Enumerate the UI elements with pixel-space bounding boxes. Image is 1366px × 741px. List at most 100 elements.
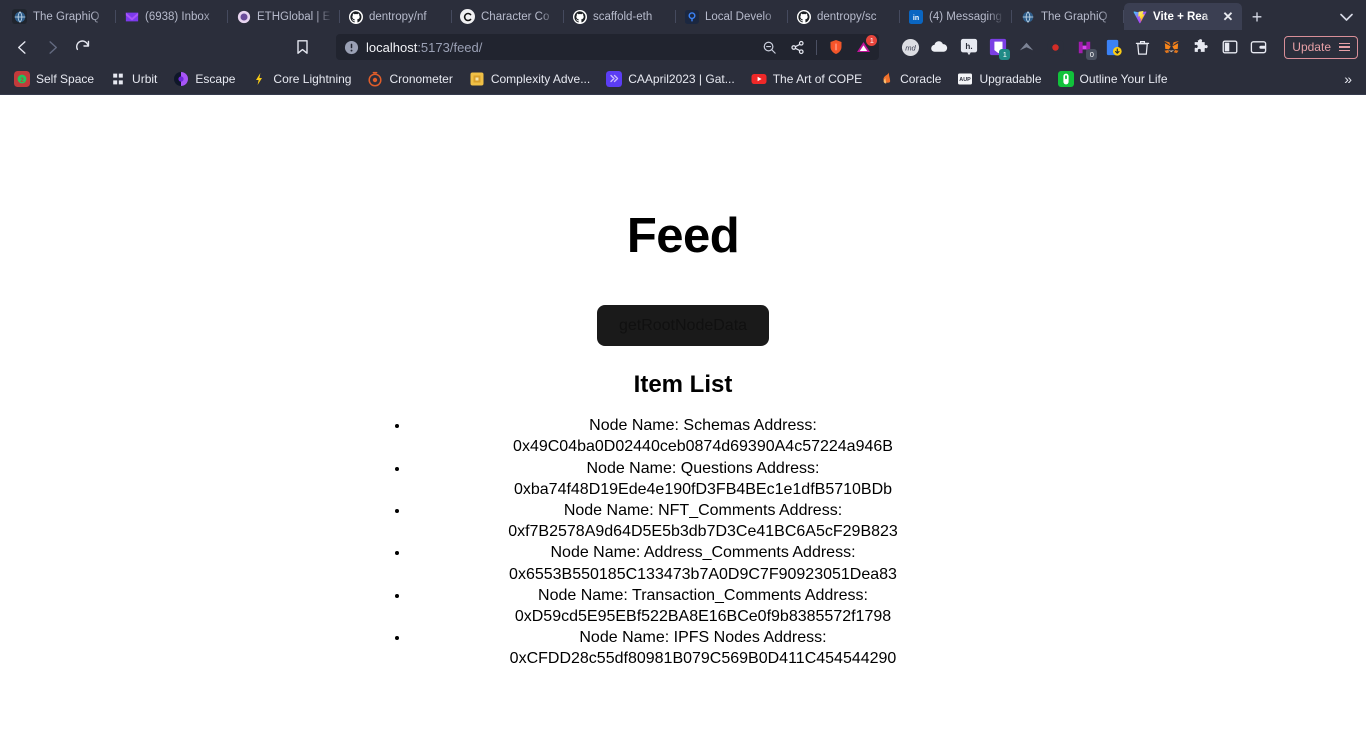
tab-title: (6938) Inbox <box>145 10 210 23</box>
browser-tab[interactable]: The GraphiQ <box>1012 3 1124 30</box>
bookmark-item[interactable]: Cronometer <box>359 68 460 90</box>
page-viewport: Feed getRootNodeData Item List Node Name… <box>0 95 1366 741</box>
browser-tab[interactable]: Character Co <box>452 3 564 30</box>
tab-title: Local Develo <box>705 10 772 23</box>
item-list-heading: Item List <box>633 371 733 399</box>
puzzle-extensions-icon[interactable] <box>1191 38 1210 57</box>
list-item: Node Name: Transaction_Comments Address:… <box>410 585 997 627</box>
bookmark-label: Urbit <box>132 72 158 86</box>
lastpass-icon[interactable] <box>1046 38 1065 57</box>
bookmark-label: CAApril2023 | Gat... <box>628 72 735 86</box>
download-extension-icon[interactable] <box>1104 38 1123 57</box>
tab-title: (4) Messaging <box>929 10 1002 23</box>
browser-tab[interactable]: (6938) Inbox <box>116 3 228 30</box>
urbit-icon <box>110 71 126 87</box>
arrow-extension-icon[interactable]: 1 <box>854 34 878 57</box>
hypothesis-icon[interactable]: h. <box>959 38 978 57</box>
tab-title: dentropy/sc <box>817 10 877 23</box>
bookmark-item[interactable]: Complexity Adve... <box>461 68 598 90</box>
tab-strip: The GraphiQ (6938) Inbox ETHGlobal | E d… <box>0 0 1366 30</box>
browser-tab[interactable]: in (4) Messaging <box>900 3 1012 30</box>
browser-tab-active[interactable]: Vite + Rea ✕ <box>1124 3 1242 30</box>
bookmarks-overflow-icon[interactable]: » <box>1336 71 1360 87</box>
navigation-toolbar: localhost:5173/feed/ 1 md h. 1 0 Update <box>0 30 1366 64</box>
pocket-icon[interactable]: 1 <box>988 38 1011 60</box>
zoom-out-icon[interactable] <box>760 38 779 57</box>
bookmark-label: Complexity Adve... <box>490 72 591 86</box>
browser-chrome: The GraphiQ (6938) Inbox ETHGlobal | E d… <box>0 0 1366 95</box>
vite-icon <box>1132 9 1147 24</box>
github-icon <box>572 9 587 24</box>
bookmark-item[interactable]: The Art of COPE <box>743 68 870 90</box>
tab-title: ETHGlobal | E <box>257 10 331 23</box>
bookmark-item[interactable]: 2 Self Space <box>6 68 102 90</box>
browser-tab[interactable]: The GraphiQ <box>4 3 116 30</box>
url-path: :5173/feed/ <box>417 39 483 55</box>
bookmark-item[interactable]: Escape <box>165 68 243 90</box>
list-item: Node Name: Questions Address: 0xba74f48D… <box>410 458 997 500</box>
svg-text:h.: h. <box>965 42 972 51</box>
core-lightning-icon <box>251 71 268 87</box>
globe-icon <box>1020 9 1035 24</box>
bookmark-item[interactable]: Urbit <box>102 68 165 90</box>
browser-tab[interactable]: dentropy/sc <box>788 3 900 30</box>
url-bar[interactable]: localhost:5173/feed/ 1 <box>336 34 880 60</box>
bookmark-label: Upgradable <box>979 72 1042 86</box>
metamask-icon[interactable] <box>1162 38 1181 57</box>
not-secure-icon[interactable] <box>344 40 359 55</box>
cloud-icon[interactable] <box>930 38 949 57</box>
bookmark-label: Coracle <box>900 72 942 86</box>
complexity-icon <box>469 71 485 87</box>
tab-title: dentropy/nf <box>369 10 427 23</box>
svg-text:in: in <box>912 15 918 22</box>
tab-title: scaffold-eth <box>593 10 653 23</box>
sidebar-toggle-icon[interactable] <box>1220 38 1239 57</box>
bookmark-icon[interactable] <box>288 34 316 60</box>
bookmark-item[interactable]: Coracle <box>870 68 949 90</box>
purple-extension-icon[interactable]: 0 <box>1075 38 1098 60</box>
github-icon <box>348 9 363 24</box>
bookmark-label: Outline Your Life <box>1079 72 1168 86</box>
character-icon <box>460 9 475 24</box>
bookmark-item[interactable]: Outline Your Life <box>1050 68 1176 90</box>
wallet-icon[interactable] <box>1249 38 1268 57</box>
linkedin-icon: in <box>908 9 923 24</box>
globe-icon <box>12 9 27 24</box>
bookmark-item[interactable]: CAApril2023 | Gat... <box>598 68 743 90</box>
share-icon[interactable] <box>788 38 807 57</box>
browser-tab[interactable]: Local Develo <box>676 3 788 30</box>
ethglobal-icon <box>236 9 251 24</box>
tab-title: The GraphiQ <box>1041 10 1108 23</box>
markdownload-icon[interactable]: md <box>901 38 920 57</box>
trash-icon[interactable] <box>1133 38 1152 57</box>
bookmark-item[interactable]: AUP Upgradable <box>949 68 1049 90</box>
escape-icon <box>173 71 189 87</box>
browser-window: The GraphiQ (6938) Inbox ETHGlobal | E d… <box>0 0 1366 741</box>
item-list: Node Name: Schemas Address: 0x49C04ba0D0… <box>370 415 997 669</box>
reload-icon[interactable] <box>68 34 96 60</box>
browser-tab[interactable]: scaffold-eth <box>564 3 676 30</box>
tab-search-chevron-down-icon[interactable] <box>1326 3 1366 30</box>
brave-shield-icon[interactable] <box>826 38 845 57</box>
url-text[interactable]: localhost:5173/feed/ <box>366 40 753 55</box>
gather-icon <box>606 71 623 87</box>
page-title: Feed <box>626 209 740 263</box>
url-host: localhost <box>366 39 418 55</box>
mail-icon <box>124 9 139 24</box>
bookmark-label: Core Lightning <box>273 72 352 86</box>
hamburger-menu-icon[interactable] <box>1339 42 1350 52</box>
browser-tab[interactable]: ETHGlobal | E <box>228 3 340 30</box>
url-bar-actions: 1 <box>760 34 878 57</box>
browser-tab[interactable]: dentropy/nf <box>340 3 452 30</box>
update-button[interactable]: Update <box>1284 35 1358 59</box>
svg-text:AUP: AUP <box>960 77 972 83</box>
arrow-up-extension-icon[interactable] <box>1017 38 1036 57</box>
bookmark-item[interactable]: Core Lightning <box>243 68 359 90</box>
forward-arrow-icon <box>38 34 66 60</box>
new-tab-button[interactable]: + <box>1242 3 1272 30</box>
back-arrow-icon[interactable] <box>8 34 36 60</box>
get-root-node-data-button[interactable]: getRootNodeData <box>596 305 770 347</box>
tab-title: The GraphiQ <box>33 10 100 23</box>
close-tab-icon[interactable]: ✕ <box>1222 10 1234 23</box>
bookmarks-bar: 2 Self Space Urbit Escape Core Lightning… <box>0 64 1366 95</box>
